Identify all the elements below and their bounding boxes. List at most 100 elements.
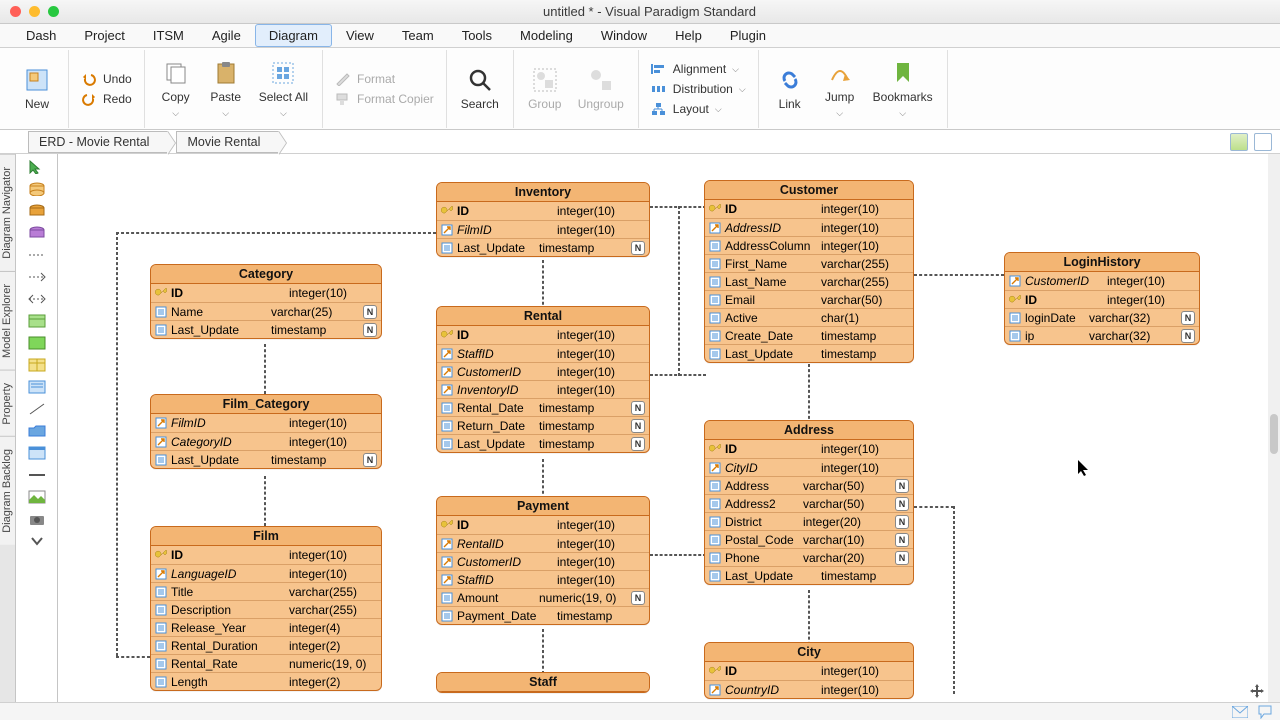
column-row[interactable]: IDinteger(10) <box>151 546 381 564</box>
view-tool-icon[interactable] <box>28 226 46 240</box>
hline-icon[interactable] <box>28 468 46 482</box>
column-row[interactable]: AddressIDinteger(10) <box>705 218 913 236</box>
menu-team[interactable]: Team <box>388 24 448 47</box>
table-green2-icon[interactable] <box>28 336 46 350</box>
entity-loginhistory[interactable]: LoginHistory CustomerIDinteger(10)IDinte… <box>1004 252 1200 345</box>
column-row[interactable]: FilmIDinteger(10) <box>437 220 649 238</box>
column-row[interactable]: AddressColumninteger(10) <box>705 236 913 254</box>
menu-agile[interactable]: Agile <box>198 24 255 47</box>
tab-property[interactable]: Property <box>0 370 15 437</box>
entity2-tool-icon[interactable] <box>28 204 46 218</box>
folder-icon[interactable] <box>28 424 46 438</box>
column-row[interactable]: StaffIDinteger(10) <box>437 344 649 362</box>
crumb-current[interactable]: Movie Rental <box>176 131 279 153</box>
window-icon[interactable] <box>28 446 46 460</box>
column-row[interactable]: Activechar(1) <box>705 308 913 326</box>
camera-icon[interactable] <box>28 512 46 526</box>
layer-icon[interactable] <box>1230 133 1248 151</box>
column-row[interactable]: Last_Namevarchar(255) <box>705 272 913 290</box>
entity-category[interactable]: Category IDinteger(10)Namevarchar(25)NLa… <box>150 264 382 339</box>
column-row[interactable]: FilmIDinteger(10) <box>151 414 381 432</box>
redo-button[interactable]: Redo <box>77 90 136 108</box>
bookmarks-button[interactable]: Bookmarks⌵ <box>867 58 939 121</box>
column-row[interactable]: loginDatevarchar(32)N <box>1005 308 1199 326</box>
group-button[interactable]: Group <box>522 65 568 113</box>
formatcopier-button[interactable]: Format Copier <box>331 90 438 108</box>
menu-help[interactable]: Help <box>661 24 716 47</box>
column-row[interactable]: IDinteger(10) <box>437 202 649 220</box>
entity-tool-icon[interactable] <box>28 182 46 196</box>
column-row[interactable]: InventoryIDinteger(10) <box>437 380 649 398</box>
menu-view[interactable]: View <box>332 24 388 47</box>
column-row[interactable]: CustomerIDinteger(10) <box>1005 272 1199 290</box>
column-row[interactable]: Namevarchar(25)N <box>151 302 381 320</box>
column-row[interactable]: Address2varchar(50)N <box>705 494 913 512</box>
vertical-scrollbar[interactable] <box>1268 154 1280 702</box>
menu-plugin[interactable]: Plugin <box>716 24 780 47</box>
column-row[interactable]: Last_UpdatetimestampN <box>151 450 381 468</box>
column-row[interactable]: StaffIDinteger(10) <box>437 570 649 588</box>
column-row[interactable]: Last_UpdatetimestampN <box>437 434 649 452</box>
column-row[interactable]: IDinteger(10) <box>151 284 381 302</box>
scrollbar-thumb[interactable] <box>1270 414 1278 454</box>
column-row[interactable]: ipvarchar(32)N <box>1005 326 1199 344</box>
selectall-button[interactable]: Select All⌵ <box>253 58 314 121</box>
column-row[interactable]: Create_Datetimestamp <box>705 326 913 344</box>
column-row[interactable]: IDinteger(10) <box>437 516 649 534</box>
panel-icon[interactable] <box>1254 133 1272 151</box>
paste-button[interactable]: Paste⌵ <box>203 58 249 121</box>
column-row[interactable]: IDinteger(10) <box>705 200 913 218</box>
rel-many-many-icon[interactable] <box>28 292 46 306</box>
column-row[interactable]: Amountnumeric(19, 0)N <box>437 588 649 606</box>
column-row[interactable]: Phonevarchar(20)N <box>705 548 913 566</box>
column-row[interactable]: Emailvarchar(50) <box>705 290 913 308</box>
table-yellow-icon[interactable] <box>28 358 46 372</box>
entity-staff[interactable]: Staff <box>436 672 650 693</box>
entity-customer[interactable]: Customer IDinteger(10)AddressIDinteger(1… <box>704 180 914 363</box>
jump-button[interactable]: Jump⌵ <box>817 58 863 121</box>
column-row[interactable]: Payment_Datetimestamp <box>437 606 649 624</box>
column-row[interactable]: Districtinteger(20)N <box>705 512 913 530</box>
column-row[interactable]: Postal_Codevarchar(10)N <box>705 530 913 548</box>
column-row[interactable]: CategoryIDinteger(10) <box>151 432 381 450</box>
column-row[interactable]: LanguageIDinteger(10) <box>151 564 381 582</box>
copy-button[interactable]: Copy⌵ <box>153 58 199 121</box>
column-row[interactable]: CityIDinteger(10) <box>705 458 913 476</box>
entity-inventory[interactable]: Inventory IDinteger(10)FilmIDinteger(10)… <box>436 182 650 257</box>
line-icon[interactable] <box>28 402 46 416</box>
rel-one-many-icon[interactable] <box>28 270 46 284</box>
column-row[interactable]: Last_UpdatetimestampN <box>151 320 381 338</box>
column-row[interactable]: Last_Updatetimestamp <box>705 344 913 362</box>
entity-city[interactable]: City IDinteger(10)CountryIDinteger(10) <box>704 642 914 699</box>
menu-modeling[interactable]: Modeling <box>506 24 587 47</box>
alignment-button[interactable]: Alignment ⌵ <box>647 60 750 78</box>
diagram-canvas[interactable]: Category IDinteger(10)Namevarchar(25)NLa… <box>58 154 1268 702</box>
entity-filmcategory[interactable]: Film_Category FilmIDinteger(10)CategoryI… <box>150 394 382 469</box>
column-row[interactable]: Rental_DatetimestampN <box>437 398 649 416</box>
layout-button[interactable]: Layout ⌵ <box>647 100 750 118</box>
menu-dash[interactable]: Dash <box>12 24 70 47</box>
search-button[interactable]: Search <box>455 65 505 113</box>
chevron-down-icon[interactable] <box>28 534 46 548</box>
column-row[interactable]: CountryIDinteger(10) <box>705 680 913 698</box>
menu-project[interactable]: Project <box>70 24 138 47</box>
tab-model-explorer[interactable]: Model Explorer <box>0 271 15 370</box>
entity-payment[interactable]: Payment IDinteger(10)RentalIDinteger(10)… <box>436 496 650 625</box>
rel-one-one-icon[interactable] <box>28 248 46 262</box>
pan-icon[interactable] <box>1250 684 1264 698</box>
menu-window[interactable]: Window <box>587 24 661 47</box>
tab-diagram-backlog[interactable]: Diagram Backlog <box>0 436 15 545</box>
link-button[interactable]: Link <box>767 65 813 113</box>
distribution-button[interactable]: Distribution ⌵ <box>647 80 750 98</box>
column-row[interactable]: Descriptionvarchar(255) <box>151 600 381 618</box>
crumb-root[interactable]: ERD - Movie Rental <box>28 131 168 153</box>
undo-button[interactable]: Undo <box>77 70 136 88</box>
column-row[interactable]: First_Namevarchar(255) <box>705 254 913 272</box>
menu-itsm[interactable]: ITSM <box>139 24 198 47</box>
mail-icon[interactable] <box>1232 706 1248 718</box>
column-row[interactable]: Rental_Durationinteger(2) <box>151 636 381 654</box>
column-row[interactable]: IDinteger(10) <box>437 326 649 344</box>
new-button[interactable]: New <box>14 65 60 113</box>
entity-address[interactable]: Address IDinteger(10)CityIDinteger(10)Ad… <box>704 420 914 585</box>
column-row[interactable]: IDinteger(10) <box>705 662 913 680</box>
